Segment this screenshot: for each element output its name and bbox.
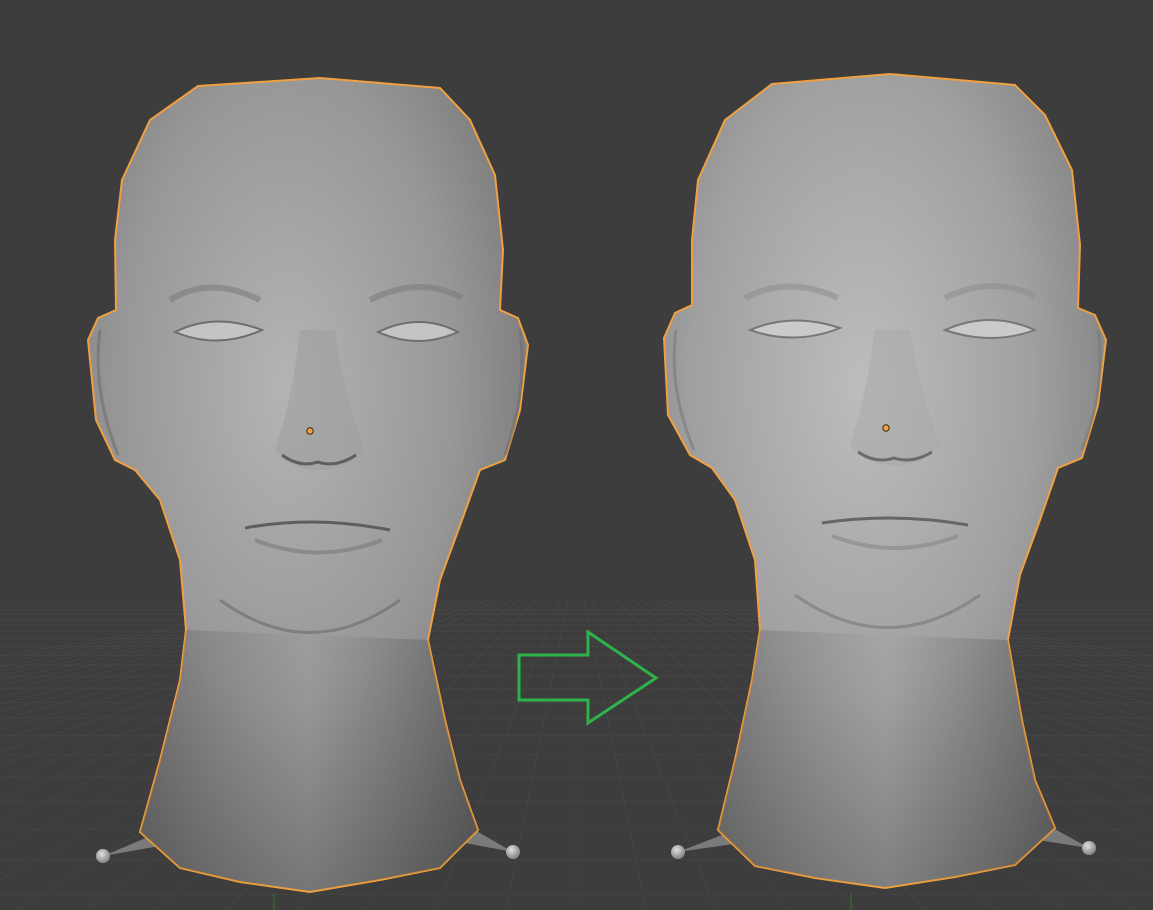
neck-shading bbox=[140, 630, 478, 892]
stand-sphere-icon bbox=[671, 845, 685, 859]
3d-viewport[interactable] bbox=[0, 0, 1153, 910]
stand-sphere-icon bbox=[96, 849, 110, 863]
object-origin-icon[interactable] bbox=[882, 424, 890, 432]
stand-sphere-icon bbox=[1082, 841, 1096, 855]
object-origin-icon[interactable] bbox=[306, 427, 314, 435]
stand-sphere-icon bbox=[506, 845, 520, 859]
neck-shading bbox=[718, 630, 1055, 888]
viewport-canvas[interactable] bbox=[0, 0, 1153, 910]
